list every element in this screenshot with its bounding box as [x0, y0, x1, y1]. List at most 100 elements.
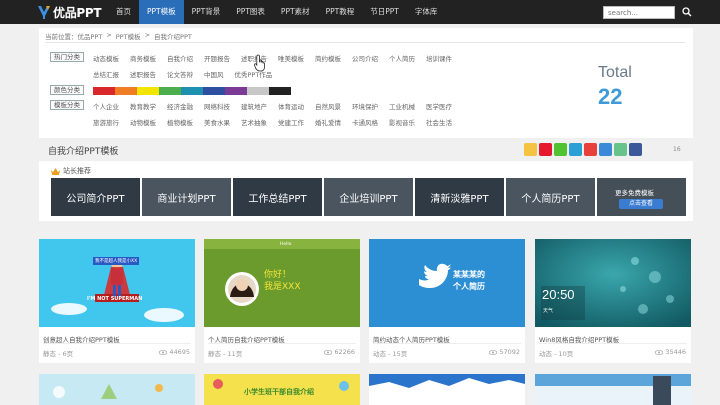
mouse-pointer-icon: [254, 54, 265, 72]
nav-ppt-templates[interactable]: PPT模板: [139, 0, 184, 24]
template-tag[interactable]: 艺术抽象: [241, 117, 267, 127]
template-tag[interactable]: 党建工作: [278, 117, 304, 127]
template-tag[interactable]: 婚礼爱情: [315, 117, 341, 127]
template-category-row-2: 旅游旅行 动物模板 植物模板 美食水果 艺术抽象 党建工作 婚礼爱情 卡通风格 …: [93, 117, 463, 127]
recommend-item[interactable]: 个人简历PPT: [506, 178, 595, 216]
card-thumbnail[interactable]: Hello 你好！ 我是XXX: [204, 239, 360, 327]
nav-ppt-tutorials[interactable]: PPT教程: [318, 0, 363, 24]
hot-tag[interactable]: 总结汇报: [93, 69, 119, 79]
twitter-bird-illustration: [369, 239, 525, 327]
more-templates-tile[interactable]: 更多免费模板 点击查看: [597, 178, 686, 216]
weibo-share-icon[interactable]: [539, 143, 552, 156]
qq-share-icon[interactable]: [599, 143, 612, 156]
color-swatch-blue[interactable]: [203, 87, 225, 95]
nav-fonts[interactable]: 字体库: [407, 0, 446, 24]
facebook-share-icon[interactable]: [629, 143, 642, 156]
nav-holiday-ppt[interactable]: 节日PPT: [362, 0, 407, 24]
hot-tag[interactable]: 中国风: [204, 69, 224, 79]
template-tag[interactable]: 影视音乐: [389, 117, 415, 127]
hot-tag[interactable]: 培训课件: [426, 53, 452, 63]
template-tag[interactable]: 动物模板: [130, 117, 156, 127]
recommend-item[interactable]: 企业培训PPT: [324, 178, 413, 216]
superman-illustration: [39, 239, 195, 327]
tencent-weibo-share-icon[interactable]: [569, 143, 582, 156]
template-tag[interactable]: 自然风景: [315, 101, 341, 111]
card-thumbnail[interactable]: 某某某的 个人简历: [369, 239, 525, 327]
color-swatch-gray[interactable]: [247, 87, 269, 95]
template-tag[interactable]: 卡通风格: [352, 117, 378, 127]
total-count: 22: [598, 84, 623, 109]
template-tag[interactable]: 环境保护: [352, 101, 378, 111]
eye-icon: [489, 349, 498, 355]
divider: [539, 343, 687, 344]
template-card-thumbnail[interactable]: 小学生班干部自我介绍: [204, 374, 360, 405]
logo-icon: [38, 6, 50, 19]
hot-tag[interactable]: 商务模板: [130, 53, 156, 63]
main-nav: 首页 PPT模板 PPT背景 PPT图表 PPT素材 PPT教程 节日PPT 字…: [108, 0, 445, 24]
color-swatch-orange[interactable]: [115, 87, 137, 95]
template-tag[interactable]: 旅游旅行: [93, 117, 119, 127]
breadcrumb-templates[interactable]: PPT模板: [116, 31, 141, 41]
nav-home[interactable]: 首页: [108, 0, 139, 24]
recommend-title: 站长推荐: [51, 166, 91, 176]
recommend-item[interactable]: 商业计划PPT: [142, 178, 231, 216]
color-swatch-purple[interactable]: [225, 87, 247, 95]
renren-share-icon[interactable]: [584, 143, 597, 156]
template-tag[interactable]: 建筑地产: [241, 101, 267, 111]
search-icon[interactable]: [682, 7, 692, 17]
recommend-item[interactable]: 工作总结PPT: [233, 178, 322, 216]
template-tag[interactable]: 工业机械: [389, 101, 415, 111]
template-card[interactable]: Hello 你好！ 我是XXX 个人简历自我介绍PPT模板 静态 - 11页 6…: [204, 239, 360, 363]
search-input[interactable]: [603, 6, 675, 19]
template-tag[interactable]: 网络科技: [204, 101, 230, 111]
recommend-item[interactable]: 清新淡雅PPT: [415, 178, 504, 216]
template-tag[interactable]: 社会生活: [426, 117, 452, 127]
template-card-thumbnail[interactable]: [39, 374, 195, 405]
breadcrumb-current: 自我介绍PPT: [154, 33, 192, 41]
template-tag[interactable]: 体育运动: [278, 101, 304, 111]
hot-tag[interactable]: 动态模板: [93, 53, 119, 63]
nav-ppt-materials[interactable]: PPT素材: [273, 0, 318, 24]
template-card[interactable]: I'M NOT SUPERMAN 我不是超人我是小XX 创意超人自我介绍PPT模…: [39, 239, 195, 363]
nav-ppt-backgrounds[interactable]: PPT背景: [184, 0, 229, 24]
template-card-thumbnail[interactable]: [535, 374, 691, 405]
card-view-count: 44695: [169, 348, 190, 356]
view-more-button[interactable]: 点击查看: [619, 199, 663, 209]
color-swatch-black[interactable]: [269, 87, 291, 95]
hot-tag[interactable]: 唯美模板: [278, 53, 304, 63]
template-tag[interactable]: 美食水果: [204, 117, 230, 127]
color-swatch-cyan[interactable]: [181, 87, 203, 95]
card-image-text: I'M NOT SUPERMAN: [87, 296, 143, 302]
template-tag[interactable]: 经济金融: [167, 101, 193, 111]
sky-illustration: [535, 374, 691, 405]
template-card[interactable]: 20:50 天气 Win8风格自我介绍PPT模板 动态 - 10页 35446: [535, 239, 691, 363]
template-tag[interactable]: 个人企业: [93, 101, 119, 111]
card-thumbnail[interactable]: I'M NOT SUPERMAN 我不是超人我是小XX: [39, 239, 195, 327]
hot-tag[interactable]: 论文答辩: [167, 69, 193, 79]
template-category-row-1: 个人企业 教育教学 经济金融 网络科技 建筑地产 体育运动 自然风景 环境保护 …: [93, 101, 463, 111]
color-swatch-green[interactable]: [159, 87, 181, 95]
template-tag[interactable]: 植物模板: [167, 117, 193, 127]
hot-tag[interactable]: 简约模板: [315, 53, 341, 63]
hot-tag[interactable]: 述职报告: [130, 69, 156, 79]
nav-ppt-charts[interactable]: PPT图表: [228, 0, 273, 24]
hot-tag[interactable]: 个人简历: [389, 53, 415, 63]
template-card[interactable]: 某某某的 个人简历 简约动态个人简历PPT模板 动态 - 15页 57092: [369, 239, 525, 363]
card-thumbnail[interactable]: 20:50 天气: [535, 239, 691, 327]
douban-share-icon[interactable]: [614, 143, 627, 156]
site-logo[interactable]: 优品PPT: [37, 3, 102, 21]
hot-tag[interactable]: 公司介绍: [352, 53, 378, 63]
breadcrumb-home[interactable]: 当前位置：优品PPT: [45, 31, 102, 41]
recommend-item[interactable]: 公司简介PPT: [51, 178, 140, 216]
template-card-thumbnail[interactable]: [369, 374, 525, 405]
top-navbar: 优品PPT 首页 PPT模板 PPT背景 PPT图表 PPT素材 PPT教程 节…: [0, 0, 720, 24]
color-swatch-yellow[interactable]: [137, 87, 159, 95]
template-tag[interactable]: 教育教学: [130, 101, 156, 111]
hot-tag[interactable]: 开题报告: [204, 53, 230, 63]
qzone-share-icon[interactable]: [524, 143, 537, 156]
template-tag[interactable]: 医学医疗: [426, 101, 452, 111]
hot-tag[interactable]: 自我介绍: [167, 53, 193, 63]
wechat-share-icon[interactable]: [554, 143, 567, 156]
color-swatch-red[interactable]: [93, 87, 115, 95]
divider: [45, 42, 685, 43]
